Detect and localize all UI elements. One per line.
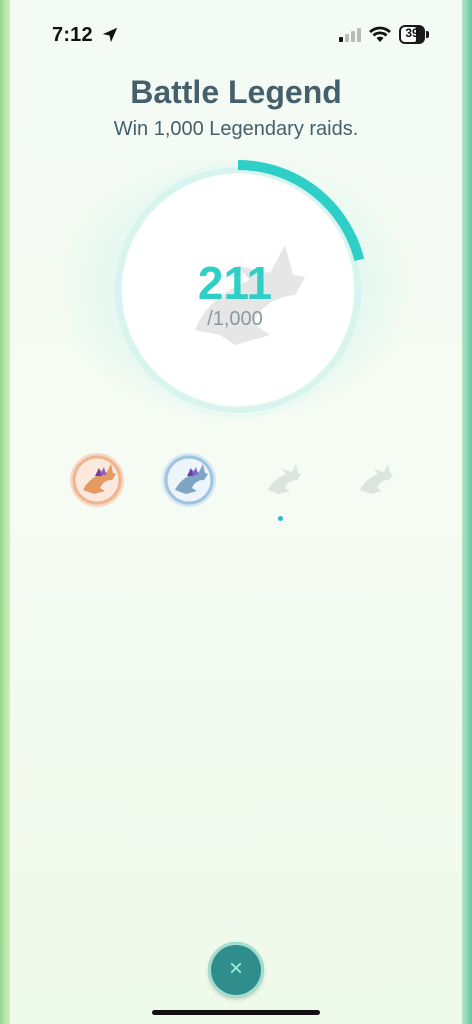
bronze-tier-badge[interactable] xyxy=(69,452,125,508)
selected-tier-indicator xyxy=(278,516,283,521)
cellular-signal-icon xyxy=(339,28,361,42)
close-button[interactable]: × xyxy=(208,942,264,998)
progress-goal: /1,000 xyxy=(207,308,263,330)
silver-tier-badge[interactable] xyxy=(161,452,217,508)
location-arrow-icon xyxy=(102,27,118,43)
status-bar: 7:12 39 xyxy=(0,0,472,70)
battery-percent: 39 xyxy=(405,26,419,40)
close-icon: × xyxy=(228,955,243,982)
battery-icon: 39 xyxy=(399,25,429,44)
home-indicator[interactable] xyxy=(152,1010,320,1015)
medal-description: Win 1,000 Legendary raids. xyxy=(113,118,359,140)
wifi-icon xyxy=(369,26,391,42)
status-time: 7:12 xyxy=(52,24,93,46)
gold-tier-badge-locked[interactable] xyxy=(254,452,310,508)
platinum-tier-badge-locked[interactable] xyxy=(346,452,402,508)
progress-count: 211 xyxy=(197,257,273,309)
medal-title: Battle Legend xyxy=(130,74,342,110)
